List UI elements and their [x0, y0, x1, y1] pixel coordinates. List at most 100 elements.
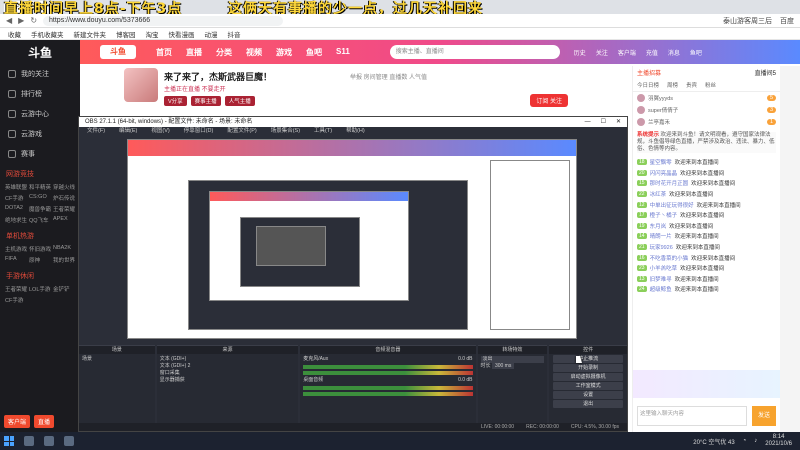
category-link[interactable]: APEX	[53, 216, 75, 224]
rank-row[interactable]: super倩倩子 3	[633, 104, 780, 116]
category-link[interactable]: 原神	[29, 256, 51, 264]
follow-button[interactable]: 订阅 关注	[530, 94, 568, 107]
bookmark[interactable]: 手机收藏夹	[31, 29, 64, 39]
refresh-icon[interactable]: ↻	[30, 16, 37, 25]
subtab-weekly[interactable]: 周榜	[667, 81, 678, 89]
bookmark[interactable]: 淘宝	[146, 29, 159, 39]
tab-room[interactable]: 直播间5	[755, 68, 776, 77]
category-link[interactable]: CS:GO	[29, 194, 51, 202]
bookmark[interactable]: 新建文件夹	[74, 29, 107, 39]
category-link[interactable]: 和平精英	[29, 183, 51, 191]
nav-home[interactable]: 首页	[156, 47, 172, 58]
chat-message[interactable]: 16 不吃香菜的小猫 欢迎来到本直播间	[633, 252, 780, 263]
chat-message[interactable]: 22 冰红茶 欢迎来到本直播间	[633, 189, 780, 200]
bookmark[interactable]: 抖音	[228, 29, 241, 39]
streamer-avatar[interactable]	[124, 68, 158, 102]
bookmark[interactable]: 博客园	[116, 29, 136, 39]
windows-start-icon[interactable]	[4, 436, 14, 446]
category-link[interactable]: 绝地求生	[5, 216, 27, 224]
duration-input[interactable]: 300 ms	[491, 363, 515, 369]
gift-bar[interactable]	[633, 370, 781, 398]
transition-select[interactable]: 淡出	[480, 356, 545, 363]
volume-slider[interactable]	[303, 392, 473, 396]
minimize-icon[interactable]: —	[585, 117, 591, 127]
clock[interactable]: 8:14 2021/10/6	[765, 434, 792, 448]
douyu-logo[interactable]: 斗鱼	[100, 45, 136, 59]
chat-username[interactable]: 超级鲸鱼	[650, 285, 672, 293]
stop-streaming-button[interactable]: 停止推流	[553, 355, 623, 363]
volume-icon[interactable]: ♪	[754, 438, 757, 444]
go-live-button[interactable]: 直播	[34, 415, 55, 428]
sidebar-item-rank[interactable]: 排行榜	[0, 84, 80, 104]
room-tag[interactable]: 赛事主播	[190, 96, 221, 106]
sidebar-item-events[interactable]: 赛事	[0, 144, 80, 164]
subtab-fans[interactable]: 粉丝	[705, 81, 716, 89]
nav-live[interactable]: 直播	[186, 47, 202, 58]
chat-username[interactable]: 闪闪亮晶晶	[650, 169, 678, 177]
chat-username[interactable]: 星空飘零	[650, 158, 672, 166]
bookmark[interactable]: 动漫	[205, 29, 218, 39]
chat-username[interactable]: 旧梦难寻	[650, 275, 672, 283]
volume-slider[interactable]	[303, 371, 473, 375]
chat-message[interactable]: 14 晴朗一片 欢迎来到本直播间	[633, 231, 780, 242]
chat-username[interactable]: 晴朗一片	[650, 232, 672, 240]
obs-menu-item[interactable]: 场景集合(S)	[271, 127, 300, 136]
weather-status[interactable]: 20°C 空气优 43	[693, 437, 734, 446]
source-item[interactable]: 窗口采集	[160, 370, 295, 377]
sidebar-item-cloudgame[interactable]: 云游戏	[0, 124, 80, 144]
bookmark[interactable]: 收藏	[8, 29, 21, 39]
url-input[interactable]: https://www.douyu.com/5373666	[43, 15, 284, 26]
recharge-icon[interactable]: 充值	[646, 48, 658, 57]
forward-icon[interactable]: ▶	[18, 16, 24, 25]
obs-menu-item[interactable]: 帮助(H)	[346, 127, 365, 136]
studio-mode-button[interactable]: 工作室模式	[553, 382, 623, 390]
scene-item[interactable]: 场景	[82, 356, 152, 363]
chat-username[interactable]: 橙子丶橘子	[650, 211, 678, 219]
chat-message[interactable]: 18 星空飘零 欢迎来到本直播间	[633, 157, 780, 168]
obs-menu-item[interactable]: 工具(T)	[314, 127, 332, 136]
chat-input[interactable]: 这里输入聊天内容	[637, 406, 747, 426]
room-tag[interactable]: V分享	[164, 96, 187, 106]
room-tag[interactable]: 人气主播	[224, 96, 255, 106]
chat-message[interactable]: 15 那时花开月正圆 欢迎来到本直播间	[633, 178, 780, 189]
category-link[interactable]: 炉石传说	[53, 194, 75, 202]
category-link[interactable]: 我的世界	[53, 256, 75, 264]
category-link[interactable]: 穿越火线	[53, 183, 75, 191]
chat-message[interactable]: 20 闪闪亮晶晶 欢迎来到本直播间	[633, 168, 780, 179]
chat-username[interactable]: 玩家9926	[650, 243, 673, 251]
tab-recruit[interactable]: 主播招募	[637, 68, 661, 77]
bookmark[interactable]: 快看漫画	[169, 29, 195, 39]
follow-icon[interactable]: 关注	[596, 48, 608, 57]
category-link[interactable]: FIFA	[5, 256, 27, 264]
subtab-vip[interactable]: 贵宾	[686, 81, 697, 89]
chat-message[interactable]: 21 玩家9926 欢迎来到本直播间	[633, 242, 780, 253]
chat-message[interactable]: 23 小羊羔吃草 欢迎来到本直播间	[633, 263, 780, 274]
network-icon[interactable]: ◔	[743, 438, 747, 444]
addr-right-item[interactable]: 百度	[780, 16, 794, 26]
douyu-search-input[interactable]: 搜索主播、直播间	[389, 45, 560, 59]
nav-yuba[interactable]: 鱼吧	[306, 47, 322, 58]
nav-s11[interactable]: S11	[336, 47, 350, 58]
nav-game[interactable]: 游戏	[276, 47, 292, 58]
category-link[interactable]: 金铲铲	[53, 285, 75, 293]
obs-menu-item[interactable]: 文件(F)	[87, 127, 105, 136]
obs-menu-item[interactable]: 配置文件(P)	[227, 127, 256, 136]
subtab-daily[interactable]: 今日日榜	[637, 81, 659, 89]
chat-username[interactable]: 中单出征玩得很好	[650, 201, 694, 209]
chat-username[interactable]: 东月岚	[650, 222, 667, 230]
category-link[interactable]: DOTA2	[5, 205, 27, 213]
category-link[interactable]: QQ飞车	[29, 216, 51, 224]
chat-message[interactable]: 19 东月岚 欢迎来到本直播间	[633, 221, 780, 232]
category-link[interactable]: NBA2K	[53, 245, 75, 253]
chat-username[interactable]: 冰红茶	[650, 190, 667, 198]
maximize-icon[interactable]: ☐	[601, 117, 606, 127]
sidebar-item-cloud[interactable]: 云游中心	[0, 104, 80, 124]
category-link[interactable]: 怀旧游戏	[29, 245, 51, 253]
obs-menu-item[interactable]: 视图(V)	[151, 127, 169, 136]
obs-preview[interactable]	[127, 139, 577, 339]
source-item[interactable]: 文本 (GDI+)	[160, 356, 295, 363]
sidebar-item-follow[interactable]: 我的关注	[0, 64, 80, 84]
category-link[interactable]: 主机游戏	[5, 245, 27, 253]
nav-video[interactable]: 视频	[246, 47, 262, 58]
chat-username[interactable]: 那时花开月正圆	[650, 179, 689, 187]
